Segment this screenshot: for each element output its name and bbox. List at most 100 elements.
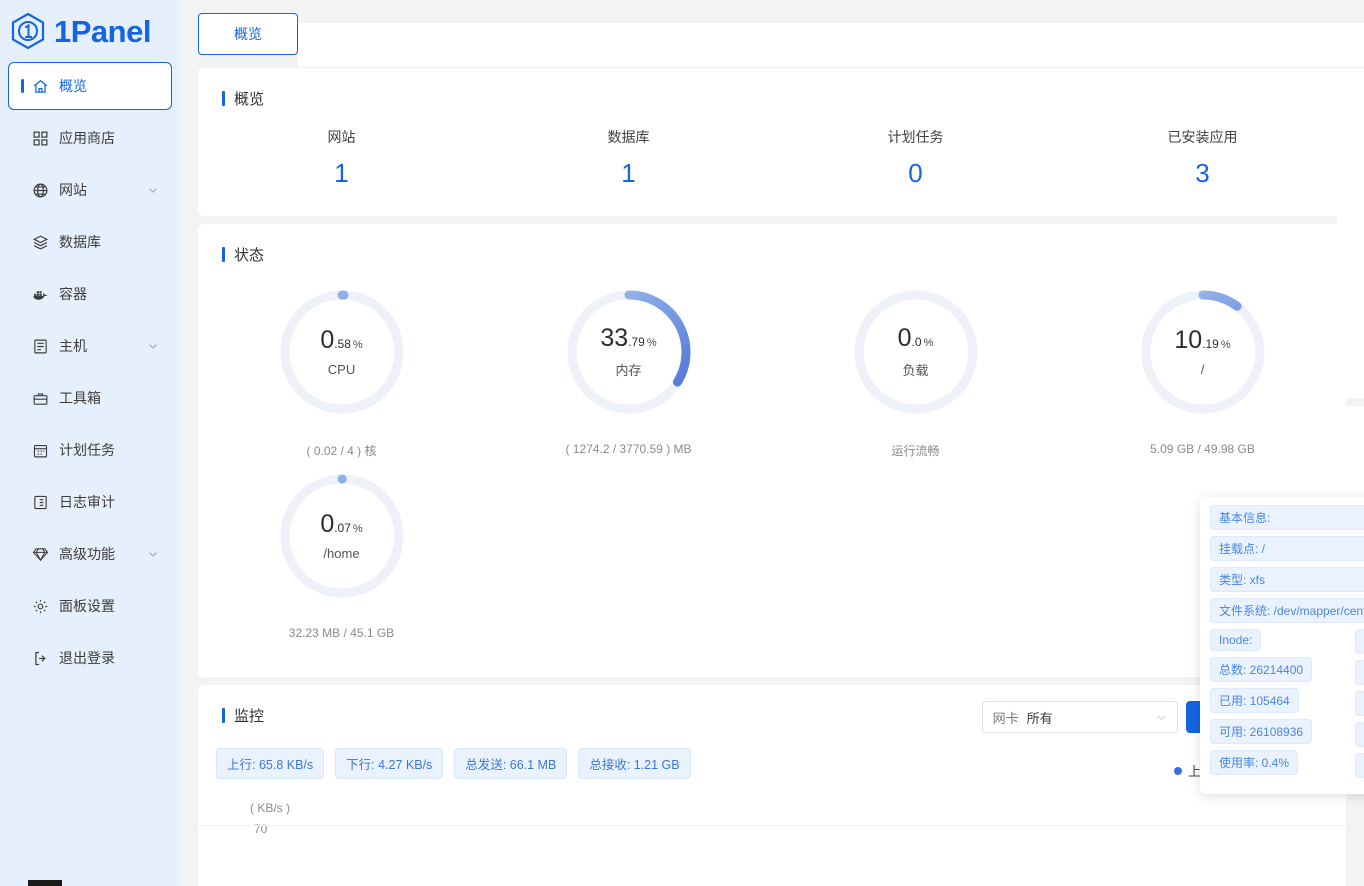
chevron-down-icon[interactable] — [147, 548, 159, 560]
tooltip-inode-column: Inode: 总数: 26214400 已用: 105464 可用: 26108… — [1210, 629, 1345, 784]
inode-used: 已用: 105464 — [1210, 688, 1299, 713]
sidebar-item-advanced[interactable]: 高级功能 — [8, 530, 172, 578]
gauge-cpu[interactable]: 0.58% CPU ( 0.02 / 4 ) 核 — [198, 275, 485, 459]
active-indicator — [21, 79, 24, 93]
monitor-card: 监控 网卡 所有 流量 磁盘 IO — [198, 685, 1346, 886]
inode-free: 可用: 26108936 — [1210, 719, 1313, 744]
sidebar-item-label: 日志审计 — [59, 494, 115, 510]
sidebar-item-logout[interactable]: 退出登录 — [8, 634, 172, 682]
inode-total: 总数: 26214400 — [1210, 657, 1313, 682]
sidebar-item-database[interactable]: 数据库 — [8, 218, 172, 266]
main-area: 概览 概览 网站 1 数据库 1 计划任务 0 已安装应用 3 状态 0.58 … — [180, 0, 1364, 886]
sidebar-item-cron[interactable]: 计划任务 — [8, 426, 172, 474]
stat-label: 计划任务 — [887, 129, 944, 145]
stat-label: 网站 — [327, 129, 356, 145]
disk-total: 总数: 49.98 GB — [1355, 660, 1364, 685]
gauge-footer: 5.09 GB / 49.98 GB — [1150, 442, 1255, 456]
sidebar-nav: 概览 应用商店 网站 数据库 容器 主机 工具箱 计划任务 日志审计 高级功能 … — [0, 62, 180, 682]
stat-label: 已安装应用 — [1167, 129, 1238, 145]
disk-rate: 使用率: 10.19% — [1355, 753, 1364, 778]
tab-overview[interactable]: 概览 — [198, 13, 298, 55]
calendar-icon — [31, 441, 49, 459]
gauge-home[interactable]: 0.07%/home 32.23 MB / 45.1 GB — [198, 459, 485, 640]
traffic-chart[interactable]: ( KB/s ) 70 — [198, 779, 1346, 871]
gauge-ring: 0.58% CPU — [273, 283, 411, 421]
gauge-负载[interactable]: 0.0% 负载运行流畅 — [772, 275, 1059, 459]
sidebar-item-host[interactable]: 主机 — [8, 322, 172, 370]
gauge-footer: ( 1274.2 / 3770.59 ) MB — [565, 442, 692, 456]
stat-value: 0 — [908, 158, 923, 188]
stat-value: 3 — [1195, 158, 1210, 188]
tooltip-mount-point: 挂载点: / — [1210, 536, 1364, 561]
sidebar-item-container[interactable]: 容器 — [8, 270, 172, 318]
chevron-down-icon — [1157, 715, 1165, 720]
chevron-down-icon[interactable] — [147, 340, 159, 352]
gear-icon — [31, 597, 49, 615]
gauge-footer: 运行流畅 — [891, 444, 940, 458]
gauge-ring: 0.07%/home — [273, 467, 411, 605]
logout-icon — [31, 649, 49, 667]
sidebar-item-label: 主机 — [59, 338, 87, 354]
1panel-hex-icon — [11, 12, 45, 50]
tag-total-received: 总接收: 1.21 GB — [578, 748, 691, 779]
content-scroll: 概览 网站 1 数据库 1 计划任务 0 已安装应用 3 状态 0.58 % C… — [180, 68, 1364, 886]
legend-dot — [1173, 766, 1182, 775]
sidebar-item-label: 数据库 — [59, 234, 101, 250]
inode-header: Inode: — [1210, 629, 1262, 651]
stat-value: 1 — [334, 158, 349, 188]
tooltip-disk-column: 磁盘: 总数: 49.98 GB 已用: 5.09 GB 可用: 44.88 G… — [1355, 629, 1364, 784]
disk-free: 可用: 44.88 GB — [1355, 722, 1364, 747]
right-panel-card-top — [1337, 68, 1364, 398]
title-bar — [222, 247, 225, 262]
sidebar-item-label: 退出登录 — [59, 650, 115, 666]
log-icon — [31, 493, 49, 511]
sidebar-item-logs[interactable]: 日志审计 — [8, 478, 172, 526]
status-title: 状态 — [198, 224, 1346, 265]
status-card: 状态 0.58% CPU ( 0.02 / 4 ) 核 33.79% 内存 ( 1274.… — [198, 224, 1346, 677]
stat-cron-jobs[interactable]: 计划任务 0 — [772, 127, 1059, 189]
title-bar — [222, 708, 225, 723]
sidebar-item-label: 容器 — [59, 286, 87, 302]
stat-label: 数据库 — [607, 129, 650, 145]
gauge-ring: 0.0% 负载 — [847, 283, 985, 421]
sidebar-bottom-marker — [28, 880, 62, 886]
gauge-root-disk[interactable]: 10.19%/ 5.09 GB / 49.98 GB — [1059, 275, 1346, 459]
select-prefix: 网卡 — [992, 710, 1019, 726]
sidebar-item-label: 计划任务 — [59, 442, 115, 458]
tag-download-speed: 下行: 4.27 KB/s — [335, 748, 444, 779]
tooltip-columns: Inode: 总数: 26214400 已用: 105464 可用: 26108… — [1210, 629, 1364, 784]
overview-title: 概览 — [198, 68, 1346, 109]
gauge-内存[interactable]: 33.79% 内存 ( 1274.2 / 3770.59 ) MB — [485, 275, 772, 459]
tag-upload-speed: 上行: 65.8 KB/s — [216, 748, 325, 779]
stat-websites[interactable]: 网站 1 — [198, 127, 485, 189]
tab-bar: 概览 — [180, 0, 1364, 68]
disk-info-tooltip: 基本信息: 挂载点: / 类型: xfs 文件系统: /dev/mapper/c… — [1200, 497, 1364, 794]
docker-icon — [31, 285, 49, 303]
sidebar: 1Panel 概览 应用商店 网站 数据库 容器 主机 工具箱 计划任务 日志审… — [0, 0, 180, 886]
sidebar-item-toolbox[interactable]: 工具箱 — [8, 374, 172, 422]
overview-stats-row: 网站 1 数据库 1 计划任务 0 已安装应用 3 — [198, 109, 1346, 215]
sidebar-item-website[interactable]: 网站 — [8, 166, 172, 214]
brand-logo[interactable]: 1Panel — [0, 0, 180, 62]
select-value: 所有 — [1026, 710, 1053, 726]
sidebar-item-label: 应用商店 — [59, 130, 115, 146]
sidebar-item-settings[interactable]: 面板设置 — [8, 582, 172, 630]
stat-databases[interactable]: 数据库 1 — [485, 127, 772, 189]
status-title-text: 状态 — [234, 247, 265, 264]
app-root: 1Panel 概览 应用商店 网站 数据库 容器 主机 工具箱 计划任务 日志审… — [0, 0, 1364, 886]
gauge-footer: 32.23 MB / 45.1 GB — [288, 626, 395, 640]
network-card-select[interactable]: 网卡 所有 — [981, 701, 1178, 733]
sidebar-item-overview[interactable]: 概览 — [8, 62, 172, 110]
tab-bar-background — [298, 23, 1364, 67]
gauge-ring: 10.19% / — [1134, 283, 1272, 421]
chevron-down-icon[interactable] — [147, 184, 159, 196]
home-icon — [31, 77, 49, 95]
chart-y-unit: ( KB/s ) — [250, 801, 291, 815]
stat-installed-apps[interactable]: 已安装应用 3 — [1059, 127, 1346, 189]
sidebar-item-label: 概览 — [59, 78, 87, 94]
tooltip-basic-info-label: 基本信息: — [1210, 505, 1364, 530]
globe-icon — [31, 181, 49, 199]
sidebar-item-label: 网站 — [59, 182, 87, 198]
sidebar-item-label: 高级功能 — [59, 546, 115, 562]
sidebar-item-app-store[interactable]: 应用商店 — [8, 114, 172, 162]
